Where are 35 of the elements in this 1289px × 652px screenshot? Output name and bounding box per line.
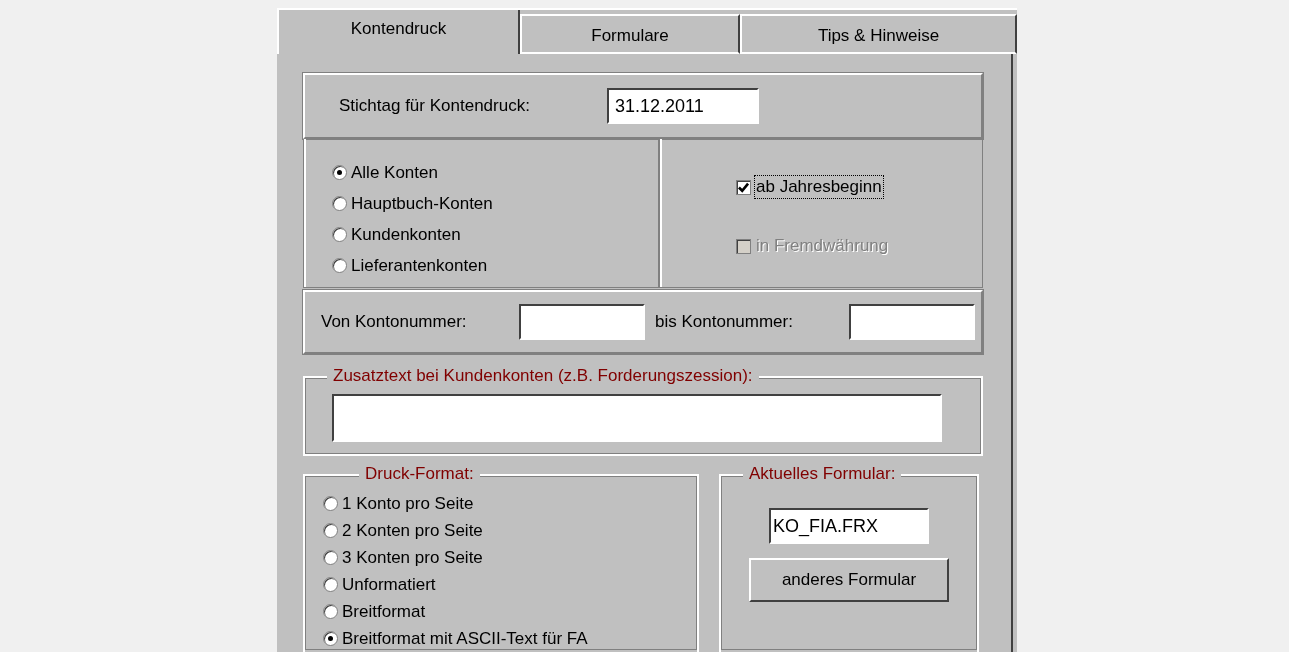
field-label: Stichtag für Kontendruck: xyxy=(339,96,531,116)
radio-button[interactable] xyxy=(332,258,347,273)
radio-label[interactable]: 3 Konten pro Seite xyxy=(342,547,483,568)
radio-button[interactable] xyxy=(323,631,338,646)
field-label: bis Kontonummer: xyxy=(655,312,794,332)
radio-label[interactable]: Hauptbuch-Konten xyxy=(351,193,493,214)
radio-label[interactable]: Lieferantenkonten xyxy=(351,255,488,276)
radio-button[interactable] xyxy=(332,196,347,211)
radio-button[interactable] xyxy=(323,604,338,619)
radio-button[interactable] xyxy=(323,496,338,511)
radio-label[interactable]: Kundenkonten xyxy=(351,224,461,245)
radio-label[interactable]: Alle Konten xyxy=(351,162,438,183)
checkbox-label[interactable]: ab Jahresbeginn xyxy=(754,175,884,199)
tab[interactable]: Formulare xyxy=(520,14,740,54)
change-form-button[interactable]: anderes Formular xyxy=(749,558,949,602)
tab[interactable]: Tips & Hinweise xyxy=(740,14,1017,54)
field-label: Von Kontonummer: xyxy=(321,312,468,332)
text-field[interactable] xyxy=(332,394,942,442)
tab[interactable]: Kontendruck xyxy=(277,10,520,54)
radio-button[interactable] xyxy=(323,577,338,592)
radio-button[interactable] xyxy=(332,227,347,242)
radio-label[interactable]: Unformatiert xyxy=(342,574,436,595)
account-to-field[interactable] xyxy=(849,304,975,340)
radio-button[interactable] xyxy=(323,523,338,538)
date-field[interactable]: 31.12.2011 xyxy=(607,88,759,124)
radio-label[interactable]: 1 Konto pro Seite xyxy=(342,493,474,514)
radio-button[interactable] xyxy=(332,165,347,180)
radio-label[interactable]: Breitformat mit ASCII-Text für FA xyxy=(342,628,588,649)
checkbox[interactable] xyxy=(736,179,751,195)
group-title: Zusatztext bei Kundenkonten (z.B. Forderungszession): xyxy=(327,366,759,386)
account-from-field[interactable] xyxy=(519,304,645,340)
form-file-field[interactable]: KO_FIA.FRX xyxy=(769,508,929,544)
radio-button[interactable] xyxy=(323,550,338,565)
radio-label[interactable]: Breitformat xyxy=(342,601,426,622)
radio-label[interactable]: 2 Konten pro Seite xyxy=(342,520,483,541)
